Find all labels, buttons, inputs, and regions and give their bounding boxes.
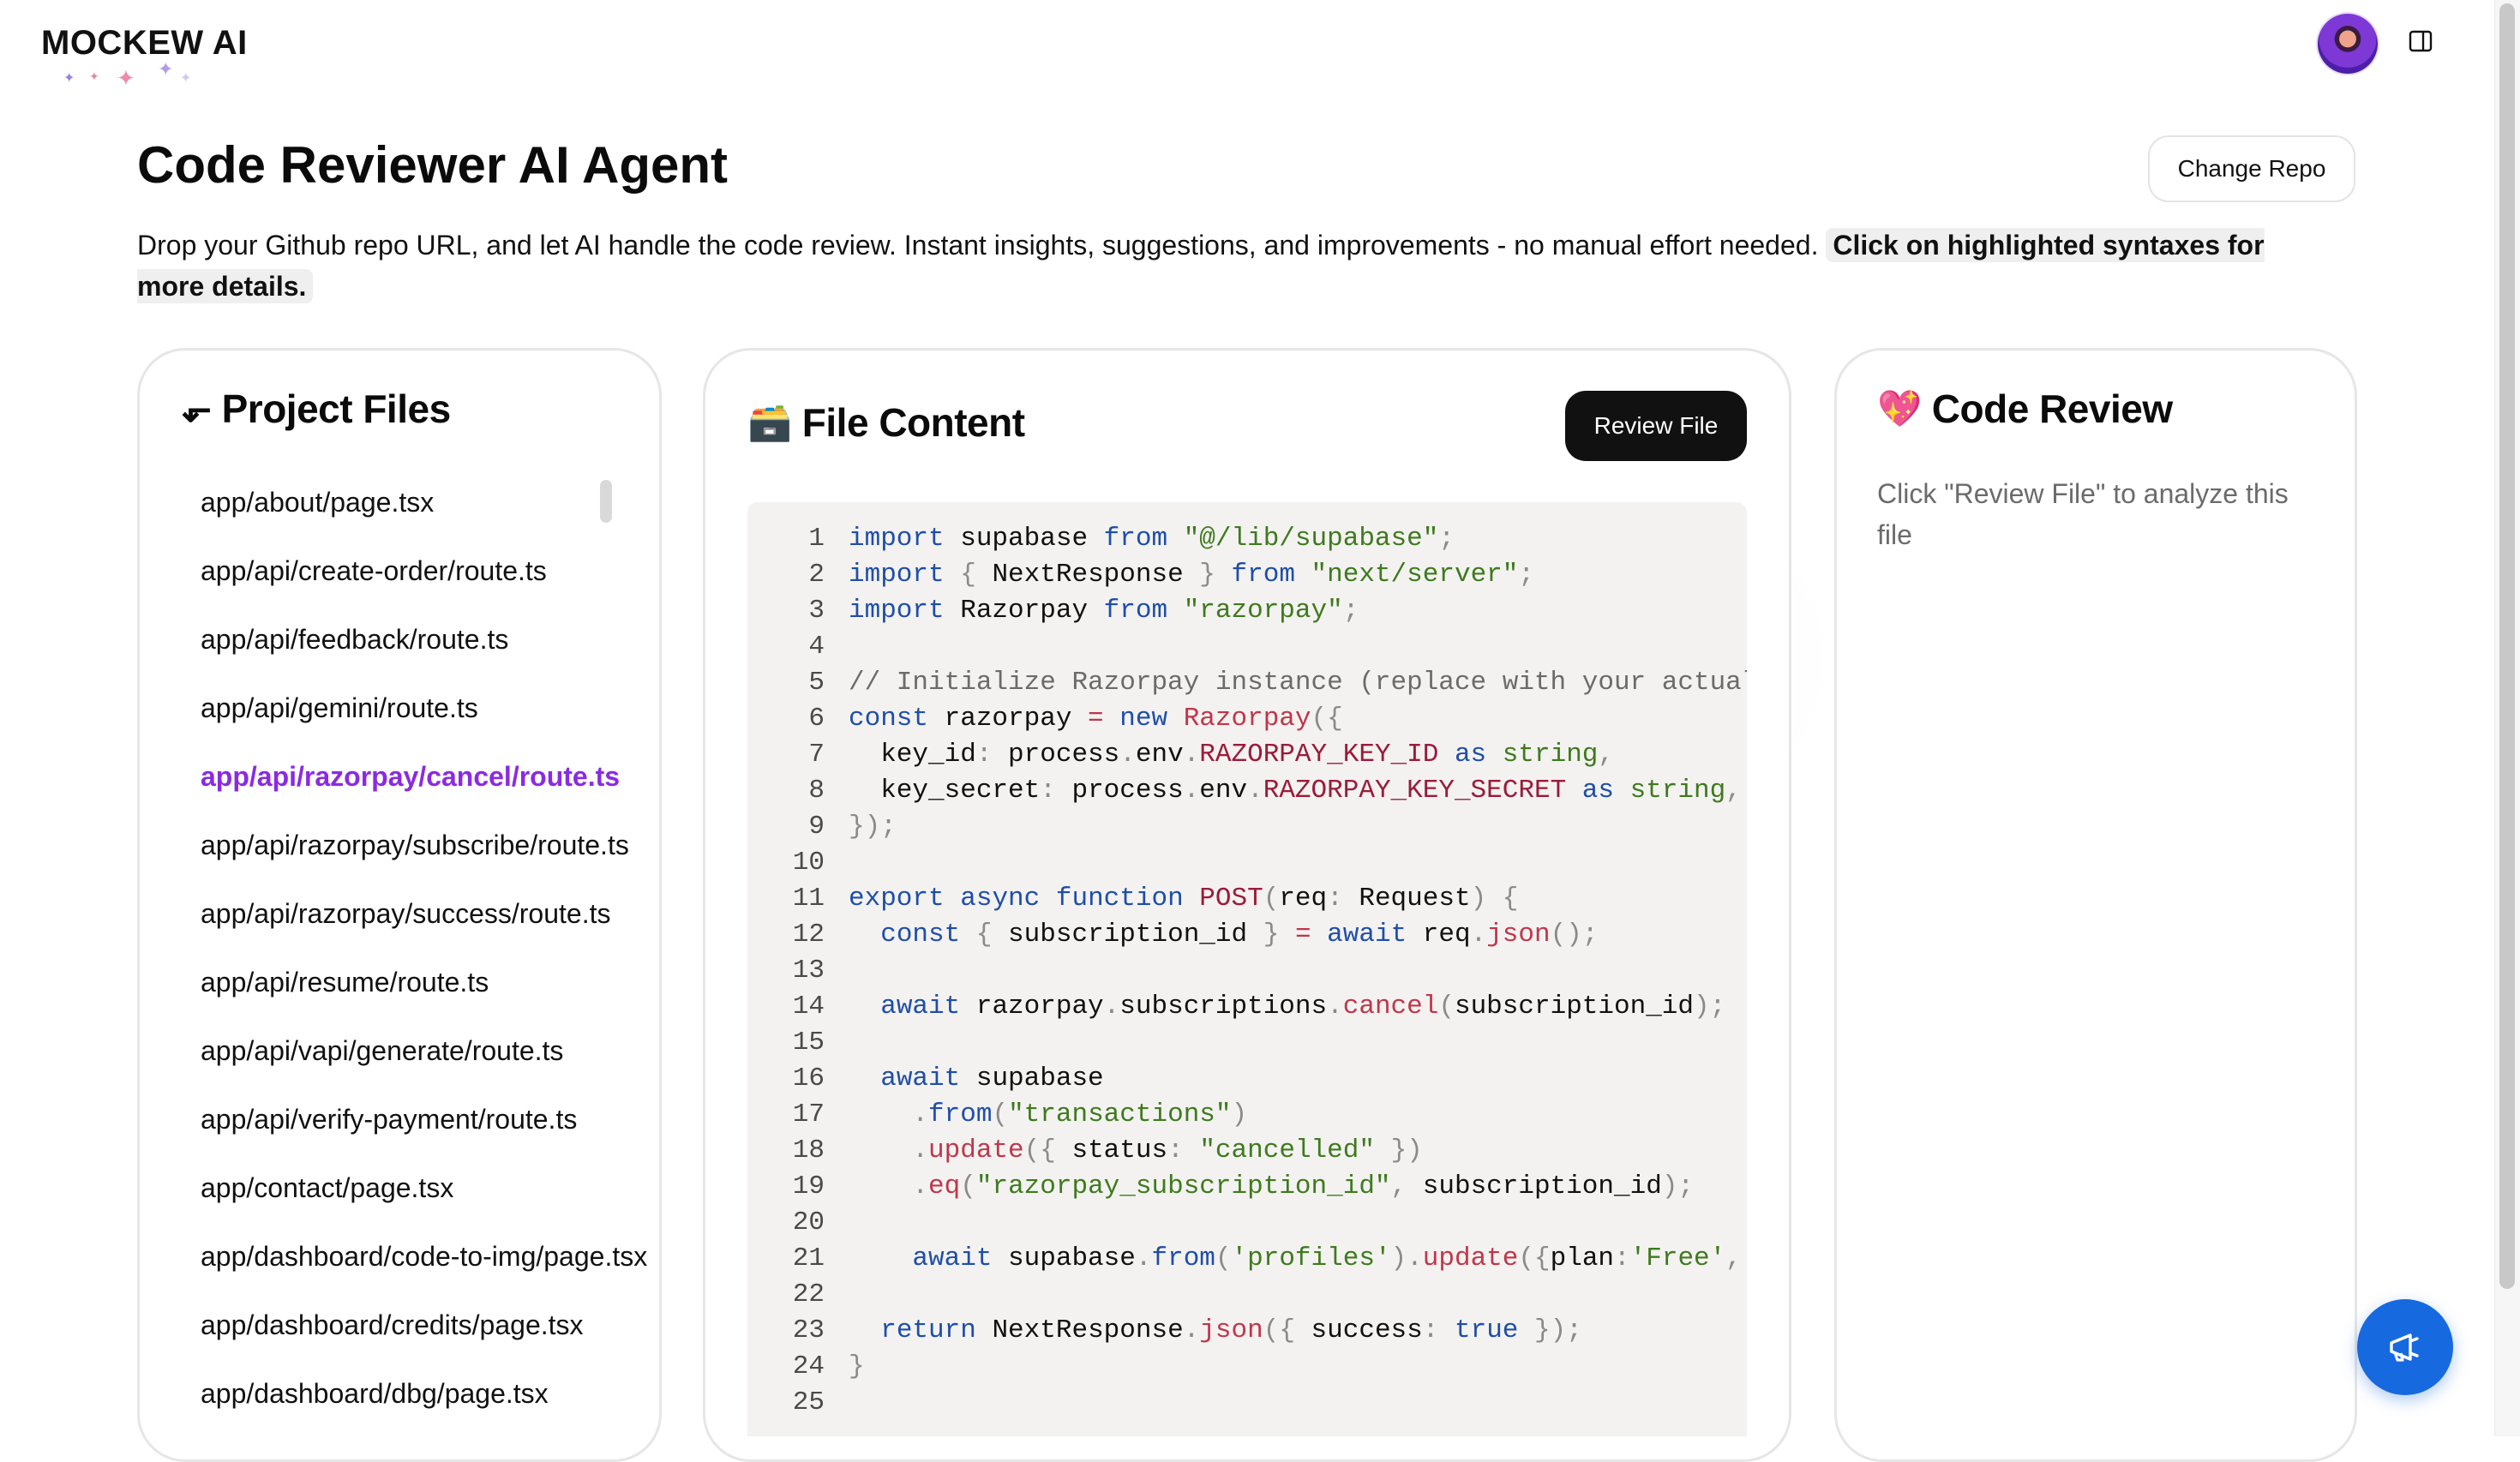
- code-line: 11 export async function POST(req: Reques…: [747, 881, 1519, 917]
- panel-layout-icon[interactable]: [2409, 29, 2433, 53]
- code-line: 3 import Razorpay from "razorpay";: [747, 593, 1359, 629]
- line-number: 17: [792, 1099, 825, 1129]
- code-line: 25: [747, 1385, 849, 1421]
- sparkle-icon: ✦: [158, 58, 174, 80]
- line-number: 2: [808, 560, 825, 590]
- sparkle-icon: ✦: [180, 71, 192, 86]
- sparkle-icon: ✦: [63, 71, 75, 86]
- user-avatar[interactable]: [2318, 14, 2378, 74]
- line-number: 11: [792, 884, 825, 914]
- project-files-title: ⬐ Project Files: [182, 386, 451, 432]
- description-text: Drop your Github repo URL, and let AI ha…: [137, 230, 1819, 261]
- review-file-button[interactable]: Review File: [1565, 391, 1747, 461]
- file-list-items: app/about/page.tsx app/api/create-order/r…: [201, 476, 753, 1436]
- megaphone-icon: [2390, 1333, 2419, 1362]
- brand-logo[interactable]: MOCKEW AI ✦ ✦ ✦ ✦ ✦: [41, 19, 281, 91]
- line-number: 12: [792, 920, 825, 950]
- code-line: 22: [747, 1277, 849, 1313]
- code-line: 19 .eq("razorpay_subscription_id", subsc…: [747, 1169, 1694, 1205]
- file-list-item[interactable]: app/api/create-order/route.ts: [201, 545, 753, 614]
- brand-name: MOCKEW AI: [41, 24, 248, 62]
- line-number: 19: [792, 1171, 825, 1201]
- file-list-item[interactable]: app/contact/page.tsx: [201, 1162, 753, 1231]
- git-branch-icon: ⬐: [182, 388, 212, 429]
- code-line: 12 const { subscription_id } = await req…: [747, 917, 1599, 953]
- line-number: 6: [808, 704, 825, 734]
- code-review-title: 💖 Code Review: [1877, 386, 2173, 432]
- code-review-title-text: Code Review: [1931, 386, 2173, 431]
- line-number: 24: [792, 1351, 825, 1381]
- file-list: app/about/page.tsx app/api/create-order/r…: [201, 476, 753, 1462]
- code-line: 16 await supabase: [747, 1061, 1104, 1097]
- line-number: 18: [792, 1135, 825, 1165]
- file-list-item[interactable]: app/about/page.tsx: [201, 476, 753, 545]
- line-number: 13: [792, 956, 825, 986]
- code-line: 13: [747, 953, 849, 989]
- project-files-title-text: Project Files: [221, 386, 452, 431]
- code-line: 5// Initialize Razorpay instance (replac…: [747, 665, 1747, 701]
- page-scrollbar-thumb[interactable]: [2499, 3, 2515, 1289]
- line-number: 1: [808, 524, 825, 554]
- code-line: 15: [747, 1025, 849, 1061]
- code-line: 21 await supabase.from('profiles').updat…: [747, 1241, 1747, 1277]
- file-list-item[interactable]: app/api/gemini/route.ts: [201, 682, 753, 751]
- line-number: 22: [792, 1279, 825, 1309]
- file-content-title-text: File Content: [801, 400, 1025, 445]
- line-number: 14: [792, 992, 825, 1022]
- file-list-scrollbar-thumb[interactable]: [600, 480, 612, 523]
- code-line: 4: [747, 629, 849, 665]
- line-number: 20: [792, 1207, 825, 1237]
- code-line: 8 key_secret: process.env.RAZORPAY_KEY_S…: [747, 773, 1741, 809]
- file-list-item[interactable]: app/api/vapi/generate/route.ts: [201, 1025, 753, 1094]
- line-number: 23: [792, 1315, 825, 1345]
- file-content-title: 🗃️ File Content: [747, 399, 1025, 446]
- line-number: 21: [792, 1243, 825, 1273]
- code-line: 17 .from("transactions"): [747, 1097, 1247, 1133]
- file-box-icon: 🗃️: [747, 401, 792, 442]
- code-line: 2 import { NextResponse } from "next/serv…: [747, 557, 1534, 593]
- page-title: Code Reviewer AI Agent: [137, 136, 729, 194]
- review-hint-text: Click "Review File" to analyze this file: [1877, 478, 2289, 550]
- file-list-item[interactable]: app/dashboard/credits/page.tsx: [201, 1299, 753, 1368]
- file-list-item[interactable]: app/api/resume/route.ts: [201, 956, 753, 1025]
- code-line: 7 key_id: process.env.RAZORPAY_KEY_ID as…: [747, 737, 1614, 773]
- feedback-fab-button[interactable]: [2357, 1299, 2453, 1395]
- code-line: 14 await razorpay.subscriptions.cancel(s…: [747, 989, 1725, 1025]
- code-viewer[interactable]: 1 import supabase from "@/lib/supabase"; …: [747, 502, 1747, 1436]
- sparkle-icon: ✦: [89, 69, 99, 83]
- code-line: 6 const razorpay = new Razorpay({: [747, 701, 1342, 737]
- line-number: 10: [792, 848, 825, 878]
- page-description: Drop your Github repo URL, and let AI ha…: [137, 225, 2331, 307]
- code-line: 24}: [747, 1349, 865, 1385]
- line-number: 7: [808, 740, 825, 770]
- line-number: 3: [808, 596, 825, 626]
- code-line: 23 return NextResponse.json({ success: t…: [747, 1313, 1582, 1349]
- file-list-item[interactable]: app/api/verify-payment/route.ts: [201, 1094, 753, 1162]
- line-number: 25: [792, 1387, 825, 1417]
- code-line: 18 .update({ status: "cancelled" }): [747, 1133, 1423, 1169]
- change-repo-button[interactable]: Change Repo: [2148, 135, 2355, 202]
- file-list-item[interactable]: app/api/razorpay/cancel/route.ts: [201, 751, 753, 819]
- line-number: 4: [808, 632, 825, 662]
- file-list-item[interactable]: app/dashboard/code-to-img/page.tsx: [201, 1231, 753, 1299]
- code-line: 20: [747, 1205, 849, 1241]
- code-line: 10: [747, 845, 849, 881]
- code-line: 1 import supabase from "@/lib/supabase";: [747, 521, 1455, 557]
- line-number: 8: [808, 776, 825, 806]
- code-line: 9});: [747, 809, 896, 845]
- file-list-item[interactable]: app/dashboard/dbg/page.tsx: [201, 1368, 753, 1436]
- line-number: 16: [792, 1064, 825, 1094]
- sparkling-heart-icon: 💖: [1877, 387, 1922, 428]
- line-number: 5: [808, 668, 825, 698]
- file-list-item[interactable]: app/api/feedback/route.ts: [201, 614, 753, 682]
- file-list-item[interactable]: app/api/razorpay/success/route.ts: [201, 888, 753, 956]
- line-number: 9: [808, 812, 825, 842]
- file-list-item[interactable]: app/api/razorpay/subscribe/route.ts: [201, 819, 753, 888]
- line-number: 15: [792, 1028, 825, 1058]
- sparkle-icon: ✦: [117, 65, 135, 91]
